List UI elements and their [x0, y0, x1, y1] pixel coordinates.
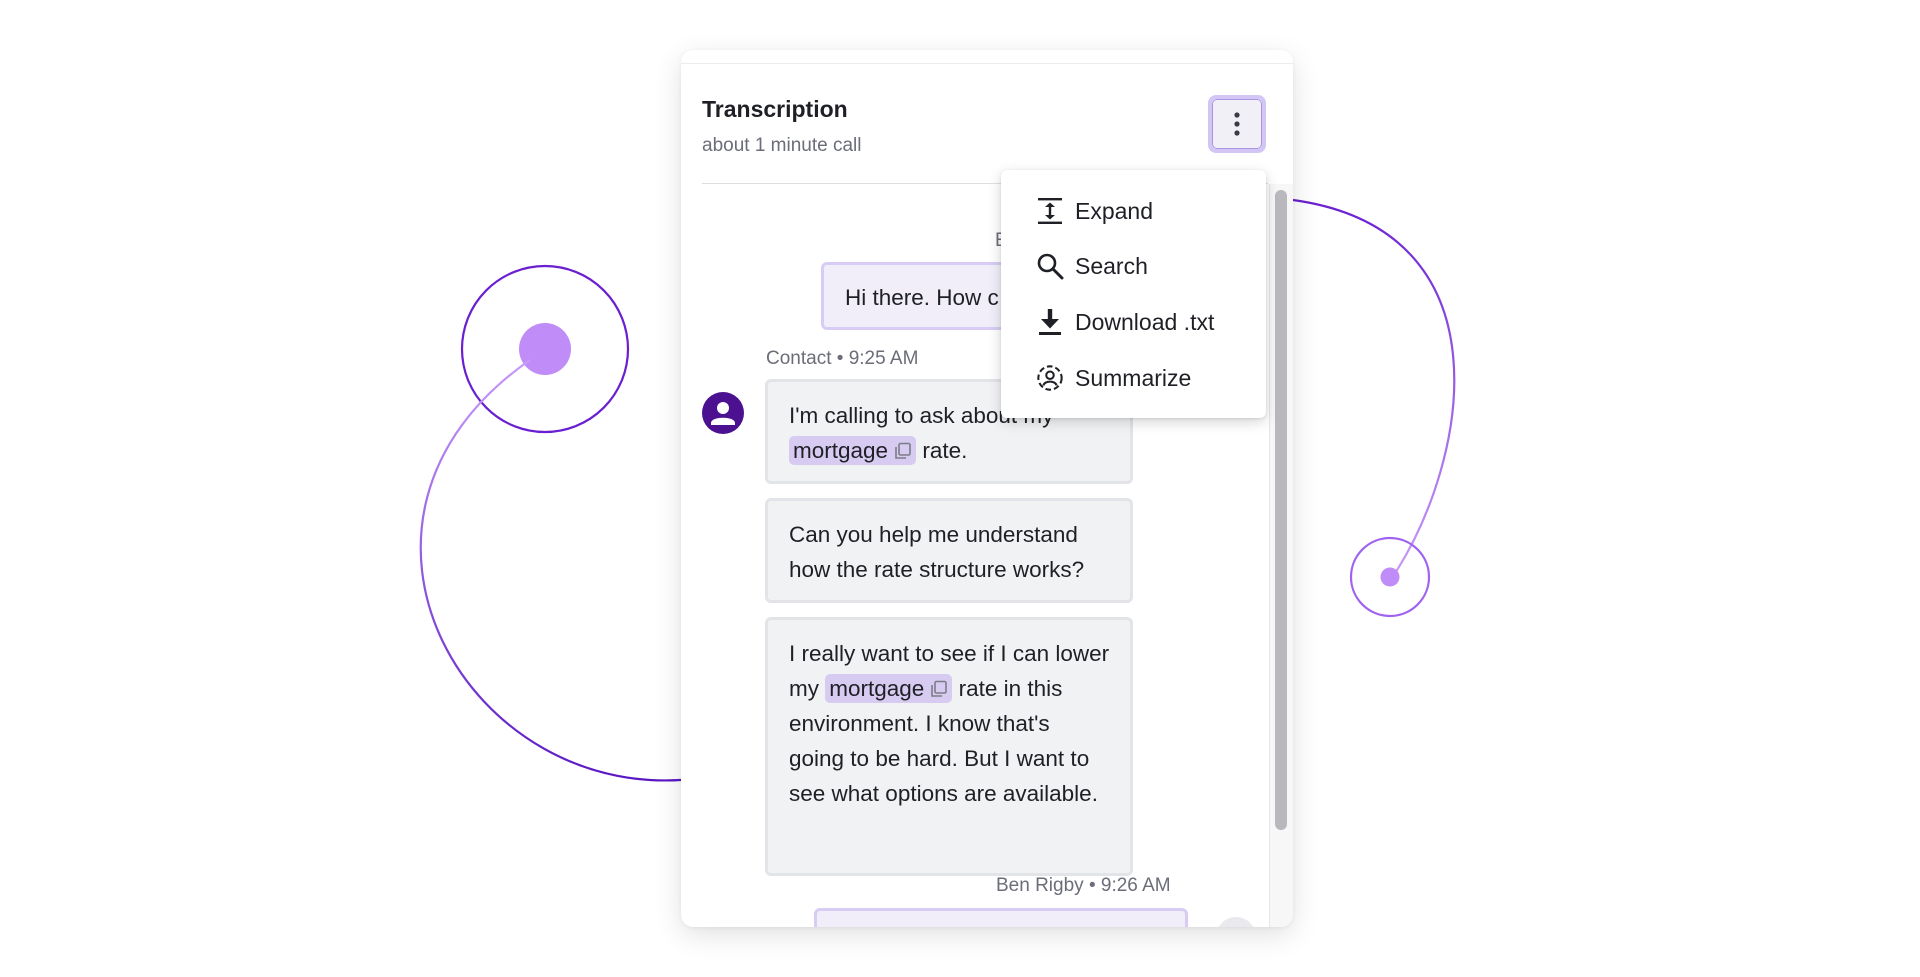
download-icon [1036, 308, 1064, 336]
scrollbar-thumb[interactable] [1275, 190, 1287, 830]
contact-message-bubble-2: Can you help me understand how the rate … [765, 498, 1133, 603]
person-icon [711, 402, 735, 425]
expand-vertical-icon [1036, 197, 1064, 225]
decor-arc-right [1292, 198, 1456, 579]
agent-message-meta-2: Ben Rigby • 9:26 AM [996, 875, 1171, 896]
more-options-menu: Expand Search Download .txt Summarize [1001, 170, 1266, 418]
menu-item-label: Summarize [1075, 364, 1192, 391]
agent-message-bubble-2 [814, 908, 1188, 927]
menu-item-download[interactable]: Download .txt [1001, 296, 1266, 348]
menu-item-label: Search [1075, 252, 1148, 279]
contact-message-meta: Contact • 9:25 AM [766, 348, 919, 369]
menu-item-label: Download .txt [1075, 308, 1215, 335]
copy-icon[interactable] [930, 680, 948, 698]
decor-arc-left [419, 359, 701, 782]
menu-item-expand[interactable]: Expand [1001, 185, 1266, 237]
decor-dot-left [519, 323, 571, 375]
keyword-highlight[interactable]: mortgage [789, 436, 917, 465]
menu-item-search[interactable]: Search [1001, 240, 1266, 292]
menu-item-label: Expand [1075, 197, 1154, 224]
menu-item-summarize[interactable]: Summarize [1001, 352, 1266, 404]
keyword-text: mortgage [829, 676, 925, 701]
decor-dot-right [1380, 567, 1400, 587]
more-options-button[interactable] [1208, 95, 1266, 153]
more-vertical-icon [1234, 112, 1240, 136]
keyword-text: mortgage [793, 438, 889, 463]
contact-message-1-text-after: rate. [922, 438, 968, 463]
panel-title: Transcription [702, 96, 848, 122]
panel-subtitle: about 1 minute call [702, 135, 862, 156]
keyword-highlight[interactable]: mortgage [825, 674, 953, 703]
copy-icon[interactable] [894, 442, 912, 460]
agent-avatar [1216, 917, 1256, 927]
panel-top-divider [681, 63, 1293, 64]
search-icon [1036, 252, 1064, 280]
contact-avatar [702, 392, 744, 434]
contact-message-2-text: Can you help me understand how the rate … [789, 522, 1085, 582]
contact-message-bubble-3: I really want to see if I can lower my m… [765, 617, 1133, 876]
summarize-icon [1036, 364, 1064, 392]
